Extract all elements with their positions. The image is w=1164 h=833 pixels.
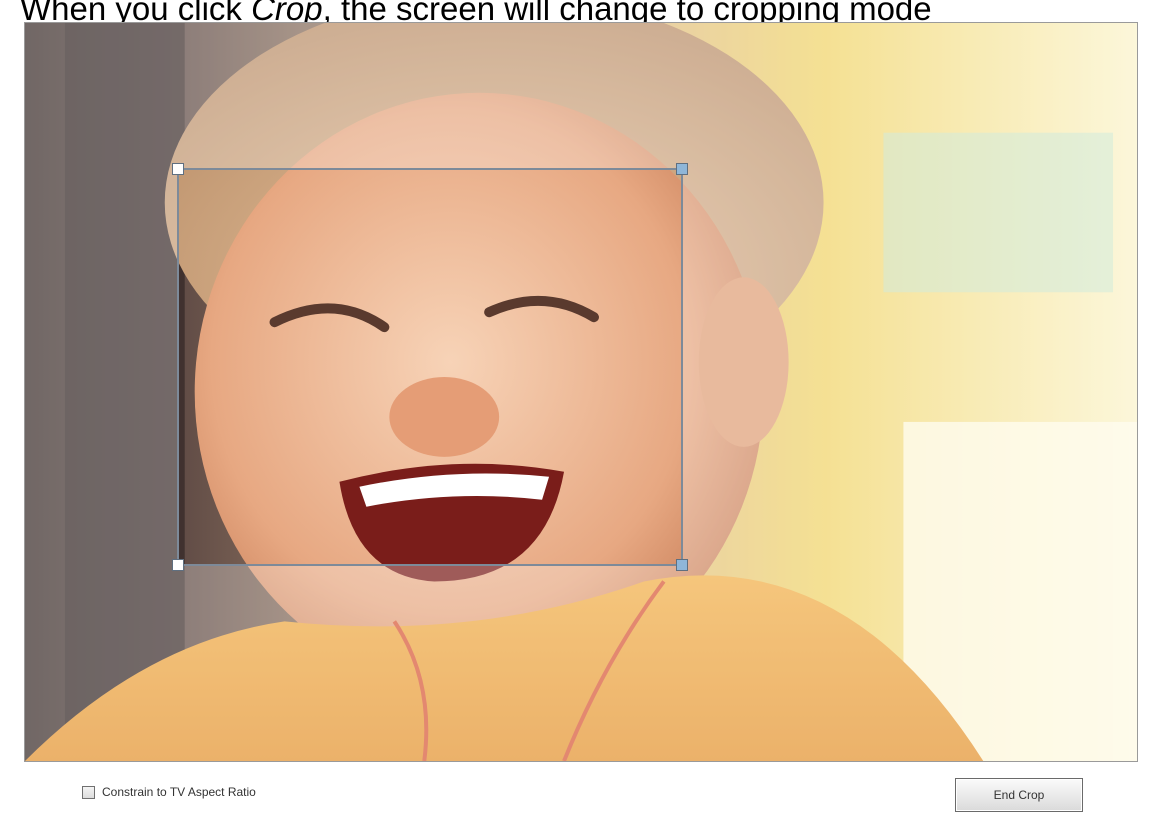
constrain-label: Constrain to TV Aspect Ratio: [102, 785, 256, 799]
constrain-checkbox[interactable]: [82, 785, 95, 799]
crop-handle-top-left[interactable]: [172, 163, 184, 175]
caption-suffix: , the screen will change to cropping mod…: [322, 0, 932, 24]
crop-selection[interactable]: [172, 163, 688, 571]
crop-handle-top-right[interactable]: [676, 163, 688, 175]
crop-handle-bottom-left[interactable]: [172, 559, 184, 571]
instruction-caption: When you click Crop, the screen will cha…: [20, 0, 1164, 24]
constrain-aspect-option[interactable]: Constrain to TV Aspect Ratio: [82, 782, 256, 802]
crop-dim-top: [25, 23, 1137, 168]
crop-handle-bottom-right[interactable]: [676, 559, 688, 571]
caption-emphasis: Crop: [251, 0, 323, 24]
caption-prefix: When you click: [20, 0, 252, 24]
crop-dim-left: [25, 168, 177, 566]
photo-canvas[interactable]: [24, 22, 1138, 762]
crop-dim-bottom: [25, 566, 1137, 761]
crop-dim-right: [683, 168, 1137, 566]
end-crop-button[interactable]: End Crop: [955, 778, 1083, 812]
